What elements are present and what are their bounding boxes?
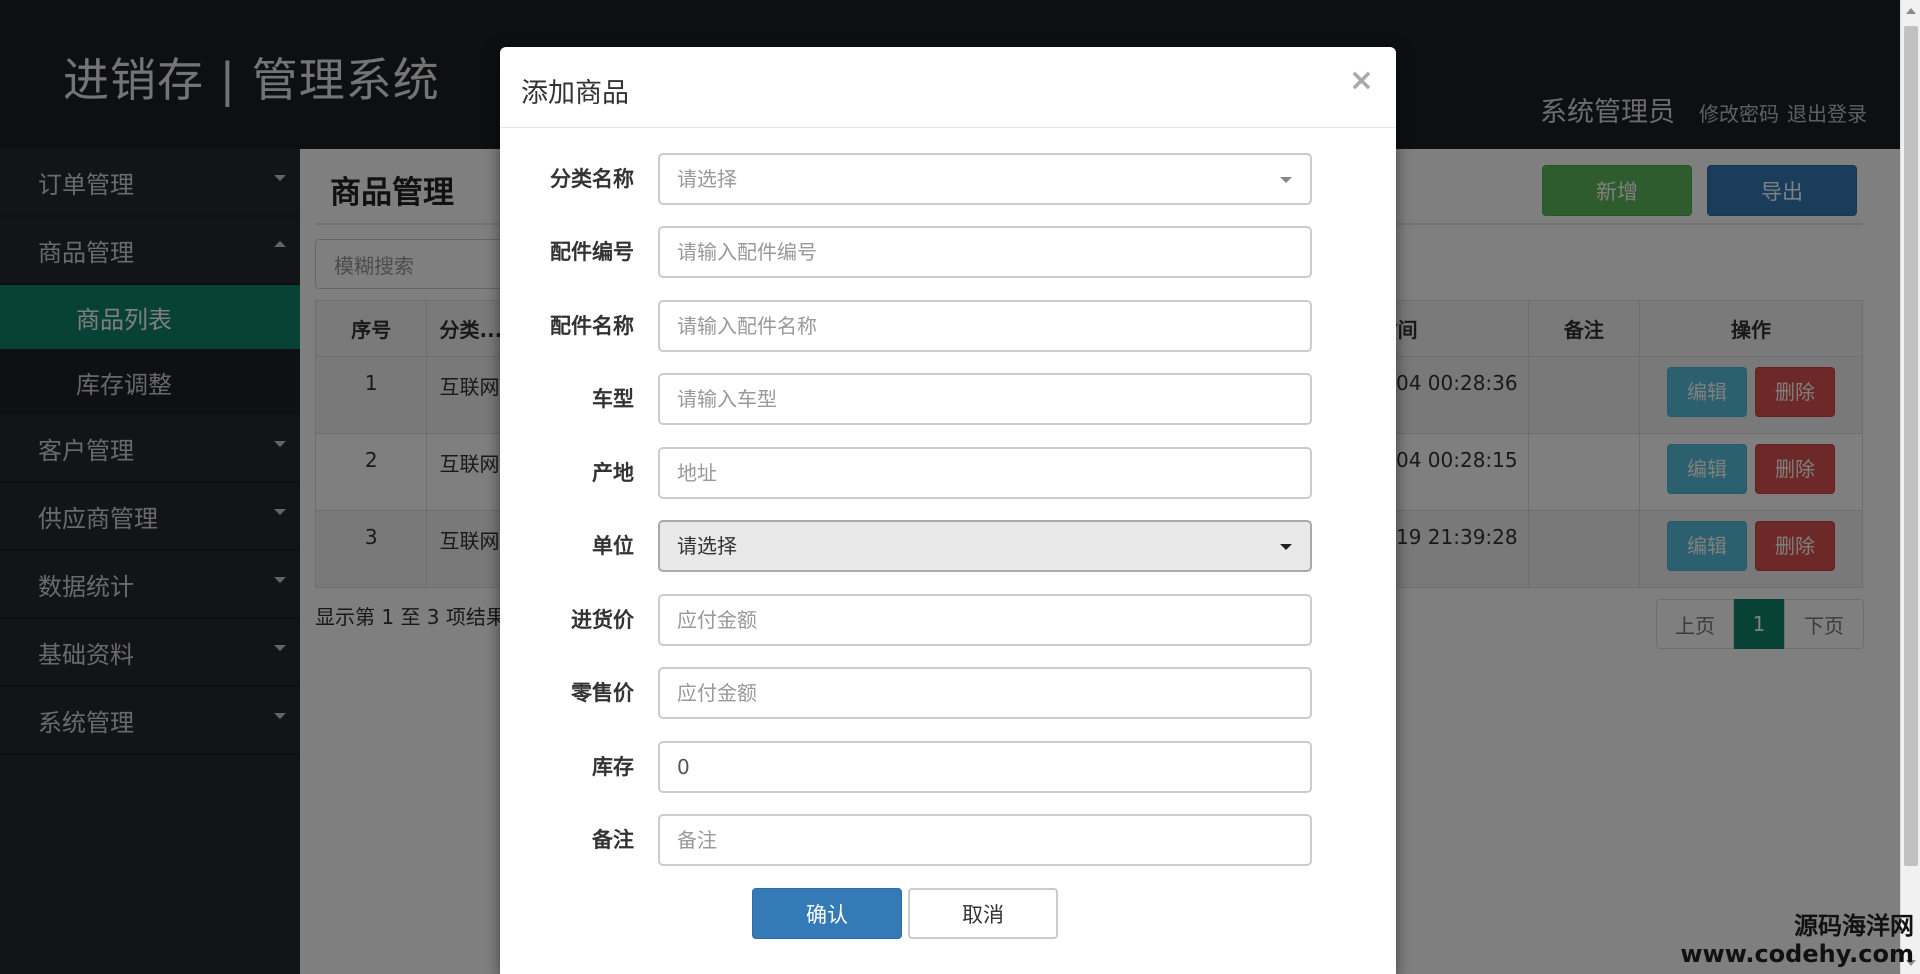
unit-select-text: 请选择: [677, 534, 737, 558]
category-select-text: 请选择: [677, 167, 737, 191]
stock-input[interactable]: 0: [658, 741, 1312, 793]
part-name-label: 配件名称: [550, 314, 634, 338]
purchase-price-label: 进货价: [571, 608, 634, 632]
form-row-unit: 单位 请选择: [500, 520, 1396, 574]
unit-select[interactable]: 请选择: [658, 520, 1312, 572]
modal-header: 添加商品 ×: [500, 47, 1396, 128]
form-row-part-number: 配件编号 请输入配件编号: [500, 226, 1396, 280]
confirm-button[interactable]: 确认: [752, 888, 902, 939]
form-row-purchase-price: 进货价 应付金额: [500, 594, 1396, 648]
vehicle-model-input[interactable]: 请输入车型: [658, 373, 1312, 425]
category-select[interactable]: 请选择: [658, 153, 1312, 205]
form-row-stock: 库存 0: [500, 741, 1396, 795]
note-label: 备注: [592, 828, 634, 852]
form-row-category: 分类名称 请选择: [500, 153, 1396, 207]
scroll-up-icon[interactable]: [1906, 8, 1916, 14]
page-scrollbar[interactable]: [1900, 0, 1920, 974]
origin-input[interactable]: 地址: [658, 447, 1312, 499]
form-row-note: 备注 备注: [500, 814, 1396, 868]
stock-label: 库存: [592, 755, 634, 779]
modal-title: 添加商品: [521, 78, 629, 109]
form-row-origin: 产地 地址: [500, 447, 1396, 501]
form-row-retail-price: 零售价 应付金额: [500, 667, 1396, 721]
note-input[interactable]: 备注: [658, 814, 1312, 866]
category-label: 分类名称: [550, 167, 634, 191]
add-product-modal: 添加商品 × 分类名称 请选择 配件编号 请输入配件编号 配件名称 请输入配件名…: [500, 47, 1396, 974]
purchase-price-input[interactable]: 应付金额: [658, 594, 1312, 646]
chevron-down-icon: [1280, 177, 1292, 183]
watermark-url: www.codehy.com: [1680, 940, 1914, 968]
form-row-part-name: 配件名称 请输入配件名称: [500, 300, 1396, 354]
form-row-vehicle-model: 车型 请输入车型: [500, 373, 1396, 427]
retail-price-label: 零售价: [571, 681, 634, 705]
chevron-down-icon: [1280, 544, 1292, 550]
origin-label: 产地: [592, 461, 634, 485]
scrollbar-thumb[interactable]: [1904, 26, 1918, 866]
part-name-input[interactable]: 请输入配件名称: [658, 300, 1312, 352]
watermark-name: 源码海洋网: [1794, 912, 1914, 940]
retail-price-input[interactable]: 应付金额: [658, 667, 1312, 719]
site-watermark: 源码海洋网 www.codehy.com: [1680, 912, 1914, 968]
part-number-label: 配件编号: [550, 240, 634, 264]
vehicle-model-label: 车型: [592, 387, 634, 411]
close-icon[interactable]: ×: [1349, 63, 1374, 98]
part-number-input[interactable]: 请输入配件编号: [658, 226, 1312, 278]
cancel-button[interactable]: 取消: [908, 888, 1058, 939]
unit-label: 单位: [592, 534, 634, 558]
